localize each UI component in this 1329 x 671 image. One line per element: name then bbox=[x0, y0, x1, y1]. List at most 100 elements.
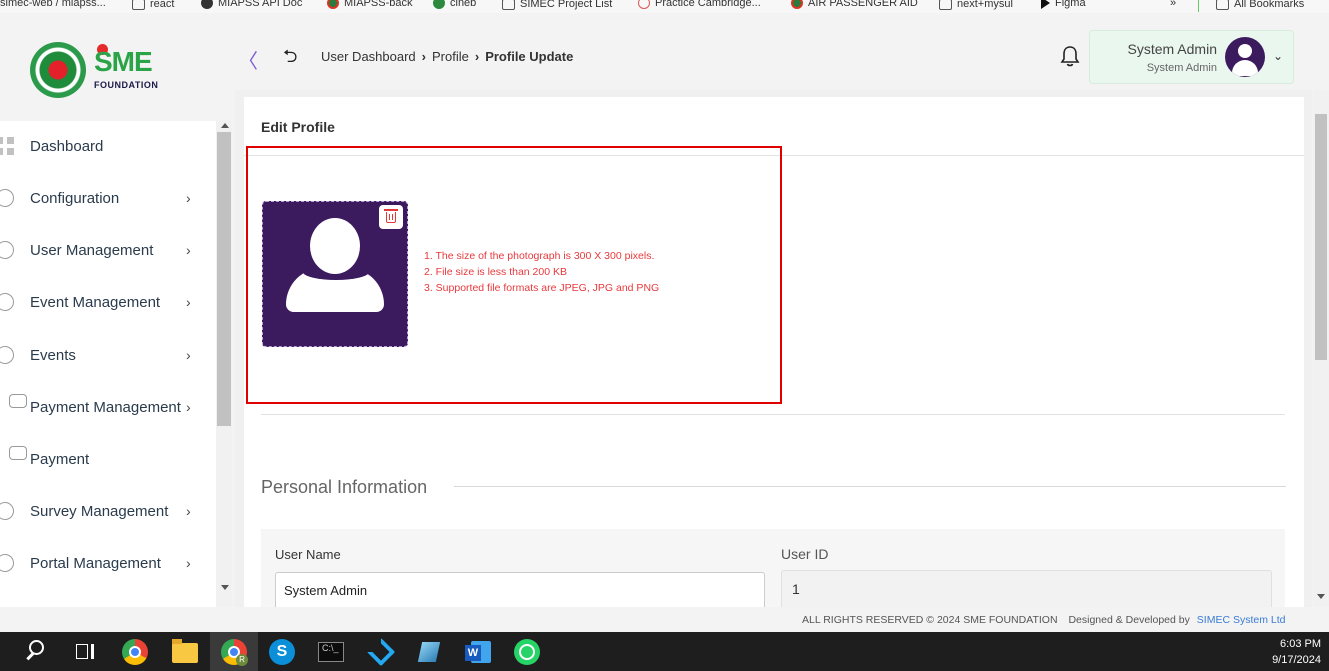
breadcrumb-separator-icon: › bbox=[421, 49, 426, 64]
sidebar-item-events[interactable]: Events › bbox=[0, 335, 210, 375]
folder-icon bbox=[502, 0, 515, 10]
sidebar-item-event-management[interactable]: Event Management › bbox=[0, 282, 210, 322]
chevron-right-icon: › bbox=[186, 503, 191, 519]
bookmark-react[interactable]: react bbox=[132, 0, 174, 10]
search-icon[interactable] bbox=[24, 639, 50, 665]
breadcrumb-profile[interactable]: Profile bbox=[432, 49, 469, 64]
scroll-down-icon[interactable] bbox=[1317, 594, 1325, 599]
chrome-icon[interactable] bbox=[122, 639, 148, 665]
chevron-right-icon: › bbox=[186, 242, 191, 258]
chrome-profile-icon[interactable]: R bbox=[221, 639, 248, 666]
user-name: System Admin bbox=[1127, 41, 1217, 57]
word-icon[interactable]: W bbox=[465, 639, 491, 665]
payment-icon bbox=[9, 446, 27, 460]
sidebar-nav: Dashboard Configuration › User Managemen… bbox=[0, 121, 210, 607]
breadcrumb-separator-icon: › bbox=[474, 49, 480, 64]
skype-icon[interactable]: S bbox=[269, 639, 295, 665]
sidebar-item-survey-management[interactable]: Survey Management › bbox=[0, 491, 210, 531]
folder-tab bbox=[172, 639, 182, 644]
sidebar-collapse-icon[interactable]: 〈 bbox=[238, 45, 258, 74]
chrome-center bbox=[129, 646, 141, 658]
portal-icon bbox=[0, 554, 14, 572]
section-divider bbox=[261, 414, 1285, 415]
vscode-shape bbox=[366, 637, 396, 667]
bookmark-miapss-api-doc[interactable]: MIAPSS API Doc bbox=[201, 0, 302, 9]
pie-chart-icon bbox=[0, 502, 14, 520]
word-letter: W bbox=[465, 645, 481, 661]
system-clock[interactable]: 6:03 PM 9/17/2024 bbox=[1272, 636, 1321, 668]
clock-time: 6:03 PM bbox=[1280, 638, 1321, 650]
userid-field: 1 bbox=[781, 570, 1272, 607]
bookmark-miapss-back[interactable]: MIAPSS-back bbox=[327, 0, 412, 9]
chevron-down-icon[interactable]: ⌄ bbox=[1273, 49, 1283, 63]
bookmark-practice-cambridge[interactable]: Practice Cambridge... bbox=[638, 0, 761, 9]
personal-info-form: User Name System Admin User ID 1 bbox=[261, 529, 1285, 607]
terminal-icon[interactable]: C:\_ bbox=[318, 642, 344, 662]
config-icon bbox=[0, 189, 14, 207]
user-menu[interactable]: System Admin System Admin ⌄ bbox=[1089, 30, 1294, 84]
payment-icon bbox=[9, 394, 27, 408]
whatsapp-icon[interactable] bbox=[514, 639, 540, 665]
logo-tagline: FOUNDATION bbox=[94, 80, 159, 90]
chevron-right-icon: › bbox=[186, 399, 191, 415]
seal-icon bbox=[327, 0, 339, 9]
userid-label: User ID bbox=[781, 546, 829, 562]
footer-company-link[interactable]: SIMEC System Ltd bbox=[1197, 614, 1286, 626]
bookmarks-separator bbox=[1198, 0, 1199, 12]
user-role: System Admin bbox=[1146, 62, 1217, 74]
bookmarks-bar: simec-web / miapss... react MIAPSS API D… bbox=[0, 0, 1329, 13]
sidebar-item-payment[interactable]: Payment bbox=[0, 439, 210, 479]
task-view-pane bbox=[76, 644, 88, 659]
breadcrumb-user-dashboard[interactable]: User Dashboard bbox=[321, 49, 416, 64]
notes-shape bbox=[417, 642, 441, 662]
bookmark-simec-project-list[interactable]: SIMEC Project List bbox=[502, 0, 612, 10]
chevron-right-icon: › bbox=[186, 347, 191, 363]
sidebar-item-user-management[interactable]: User Management › bbox=[0, 230, 210, 270]
notes-app-icon[interactable] bbox=[416, 639, 442, 665]
username-input[interactable]: System Admin bbox=[275, 572, 765, 607]
bookmark-next-mysul[interactable]: next+mysul bbox=[939, 0, 1013, 10]
section-title-line bbox=[454, 486, 1286, 487]
bookmarks-overflow-button[interactable]: » bbox=[1170, 0, 1176, 9]
scroll-up-icon[interactable] bbox=[221, 123, 229, 128]
scroll-down-icon[interactable] bbox=[221, 585, 229, 590]
clock-date: 9/17/2024 bbox=[1272, 654, 1321, 666]
edit-profile-card: Edit Profile 1. The size of the photogra… bbox=[244, 97, 1304, 607]
main-scrollbar[interactable] bbox=[1313, 90, 1329, 607]
seal-icon bbox=[791, 0, 803, 9]
avatar[interactable] bbox=[1225, 37, 1265, 77]
sidebar-item-dashboard[interactable]: Dashboard bbox=[0, 126, 210, 166]
sme-foundation-logo[interactable]: SME FOUNDATION bbox=[30, 42, 170, 98]
file-explorer-icon[interactable] bbox=[172, 639, 198, 663]
notification-bell-icon[interactable] bbox=[1060, 45, 1080, 67]
vscode-icon[interactable] bbox=[366, 637, 396, 667]
task-view-icon[interactable] bbox=[72, 639, 98, 665]
bookmark-all-bookmarks[interactable]: All Bookmarks bbox=[1216, 0, 1304, 10]
globe-icon bbox=[201, 0, 213, 9]
windows-taskbar: R S C:\_ W 6:03 PM 9/17/2024 bbox=[0, 632, 1329, 671]
app-window: SME FOUNDATION Dashboard Configuration ›… bbox=[0, 13, 1329, 632]
folder-icon bbox=[939, 0, 952, 10]
figma-icon bbox=[1041, 0, 1050, 9]
sidebar: Dashboard Configuration › User Managemen… bbox=[0, 121, 232, 607]
sidebar-item-portal-management[interactable]: Portal Management › bbox=[0, 543, 210, 583]
user-icon bbox=[0, 241, 14, 259]
bookmark-figma[interactable]: Figma bbox=[1041, 0, 1086, 9]
government-emblem-icon bbox=[30, 42, 86, 98]
bookmark-cineb[interactable]: cineb bbox=[433, 0, 476, 9]
avatar-head-icon bbox=[1238, 44, 1252, 58]
whatsapp-bubble bbox=[519, 644, 535, 660]
sidebar-item-configuration[interactable]: Configuration › bbox=[0, 178, 210, 218]
search-handle bbox=[26, 652, 34, 660]
sidebar-scroll-thumb[interactable] bbox=[217, 132, 231, 426]
sidebar-item-payment-management[interactable]: Payment Management › bbox=[0, 387, 210, 427]
highlight-box bbox=[246, 146, 782, 404]
bookmark-simec-web[interactable]: simec-web / miapss... bbox=[0, 0, 106, 9]
main-scroll-thumb[interactable] bbox=[1315, 114, 1327, 360]
task-view-bar bbox=[91, 644, 94, 659]
back-arrow-icon[interactable]: ⮌ bbox=[283, 44, 297, 74]
bookmark-air-passenger-aid[interactable]: AIR PASSENGER AID bbox=[791, 0, 918, 9]
sidebar-scrollbar[interactable] bbox=[216, 121, 232, 607]
play-icon bbox=[433, 0, 445, 9]
grid-icon bbox=[0, 137, 14, 155]
